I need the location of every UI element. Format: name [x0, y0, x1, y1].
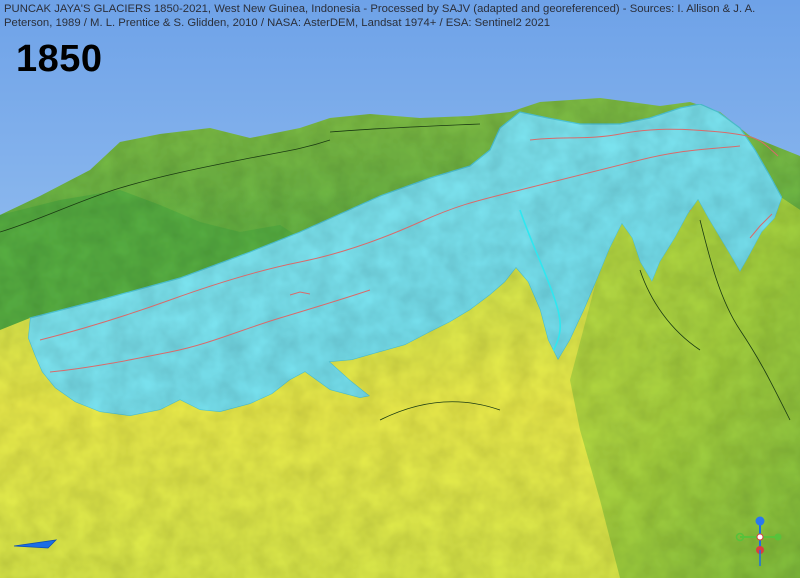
- map-caption: PUNCAK JAYA'S GLACIERS 1850-2021, West N…: [4, 3, 756, 29]
- year-label: 1850: [16, 38, 103, 80]
- terrain-map-view[interactable]: [0, 0, 800, 578]
